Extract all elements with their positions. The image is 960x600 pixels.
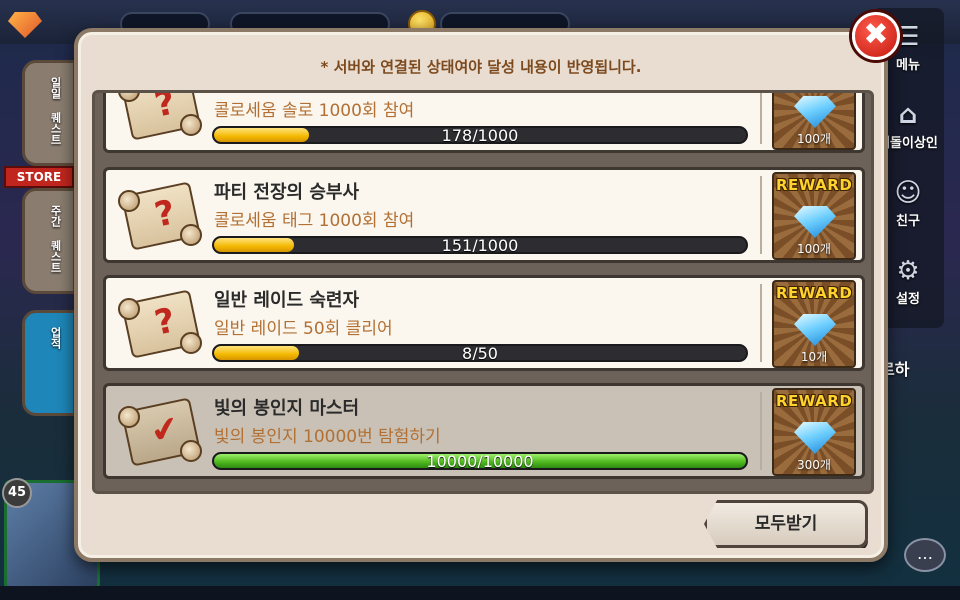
- reward-box[interactable]: REWARD 100개: [772, 93, 856, 150]
- scroll-question-icon: ?: [116, 284, 204, 364]
- gem-icon: [8, 12, 42, 38]
- diamond-icon: [794, 314, 836, 346]
- achievement-row: ? 파티 전장의 승부사 콜로세움 태그 1000회 참여 151/1000 R…: [103, 167, 865, 263]
- achievement-title: 파티 전장의 승부사: [214, 182, 360, 203]
- reward-quantity: 10개: [800, 350, 828, 364]
- scroll-question-icon: ?: [116, 93, 204, 146]
- friends-icon: ☺: [894, 178, 922, 208]
- achievement-title: 빛의 봉인지 마스터: [214, 398, 360, 419]
- progress-bar: 178/1000: [212, 126, 748, 144]
- tab-achievement[interactable]: 업적: [22, 310, 76, 416]
- level-badge: 45: [2, 478, 32, 508]
- settings-icon: ⚙: [896, 256, 920, 286]
- close-icon: ✖: [863, 17, 889, 52]
- achievement-row: ? 일반 레이드 숙련자 일반 레이드 50회 클리어 8/50 REWARD …: [103, 275, 865, 371]
- merchant-icon: ⌂: [898, 100, 918, 130]
- reward-tag: REWARD: [776, 284, 853, 302]
- server-notice: * 서버와 연결된 상태여야 달성 내용이 반영됩니다.: [320, 58, 642, 76]
- achievement-desc: 빛의 봉인지 10000번 탐험하기: [214, 427, 441, 447]
- reward-box[interactable]: REWARD 100개: [772, 172, 856, 260]
- reward-tag: REWARD: [776, 176, 853, 194]
- progress-bar: 8/50: [212, 344, 748, 362]
- tab-weekly-quest[interactable]: 주간 퀘스트: [22, 188, 76, 294]
- achievement-desc: 일반 레이드 50회 클리어: [214, 319, 393, 339]
- scroll-question-icon: ?: [116, 176, 204, 256]
- reward-quantity: 300개: [797, 458, 831, 472]
- reward-quantity: 100개: [797, 132, 831, 146]
- scroll-check-icon: ✔: [116, 392, 204, 472]
- tab-daily-quest[interactable]: 일일 퀘스트: [22, 60, 76, 166]
- reward-box[interactable]: REWARD 300개: [772, 388, 856, 476]
- achievement-desc: 콜로세움 태그 1000회 참여: [214, 211, 415, 231]
- diamond-icon: [794, 96, 836, 128]
- claim-all-button[interactable]: 모두받기: [704, 500, 868, 548]
- achievement-popup: * 서버와 연결된 상태여야 달성 내용이 반영됩니다. ? 콜로세움 솔로 1…: [74, 28, 888, 562]
- store-tag[interactable]: STORE: [4, 166, 74, 188]
- diamond-icon: [794, 206, 836, 238]
- achievement-title: 일반 레이드 숙련자: [214, 290, 360, 311]
- achievement-row: ? 콜로세움 솔로 1000회 참여 178/1000 REWARD 100개: [103, 93, 865, 153]
- progress-text: 10000/10000: [426, 452, 534, 470]
- close-button[interactable]: ✖: [852, 12, 900, 60]
- achievement-list[interactable]: ? 콜로세움 솔로 1000회 참여 178/1000 REWARD 100개 …: [92, 90, 874, 494]
- achievement-desc: 콜로세움 솔로 1000회 참여: [214, 101, 415, 121]
- chat-icon[interactable]: …: [904, 538, 946, 572]
- progress-text: 178/1000: [441, 126, 519, 144]
- progress-bar: 151/1000: [212, 236, 748, 254]
- progress-bar: 10000/10000: [212, 452, 748, 470]
- progress-text: 8/50: [462, 344, 498, 362]
- reward-box[interactable]: REWARD 10개: [772, 280, 856, 368]
- reward-quantity: 100개: [797, 242, 831, 256]
- diamond-icon: [794, 422, 836, 454]
- achievement-row: ✔ 빛의 봉인지 마스터 빛의 봉인지 10000번 탐험하기 10000/10…: [103, 383, 865, 479]
- reward-tag: REWARD: [776, 392, 853, 410]
- progress-text: 151/1000: [441, 236, 519, 254]
- bottom-bar: [0, 586, 960, 600]
